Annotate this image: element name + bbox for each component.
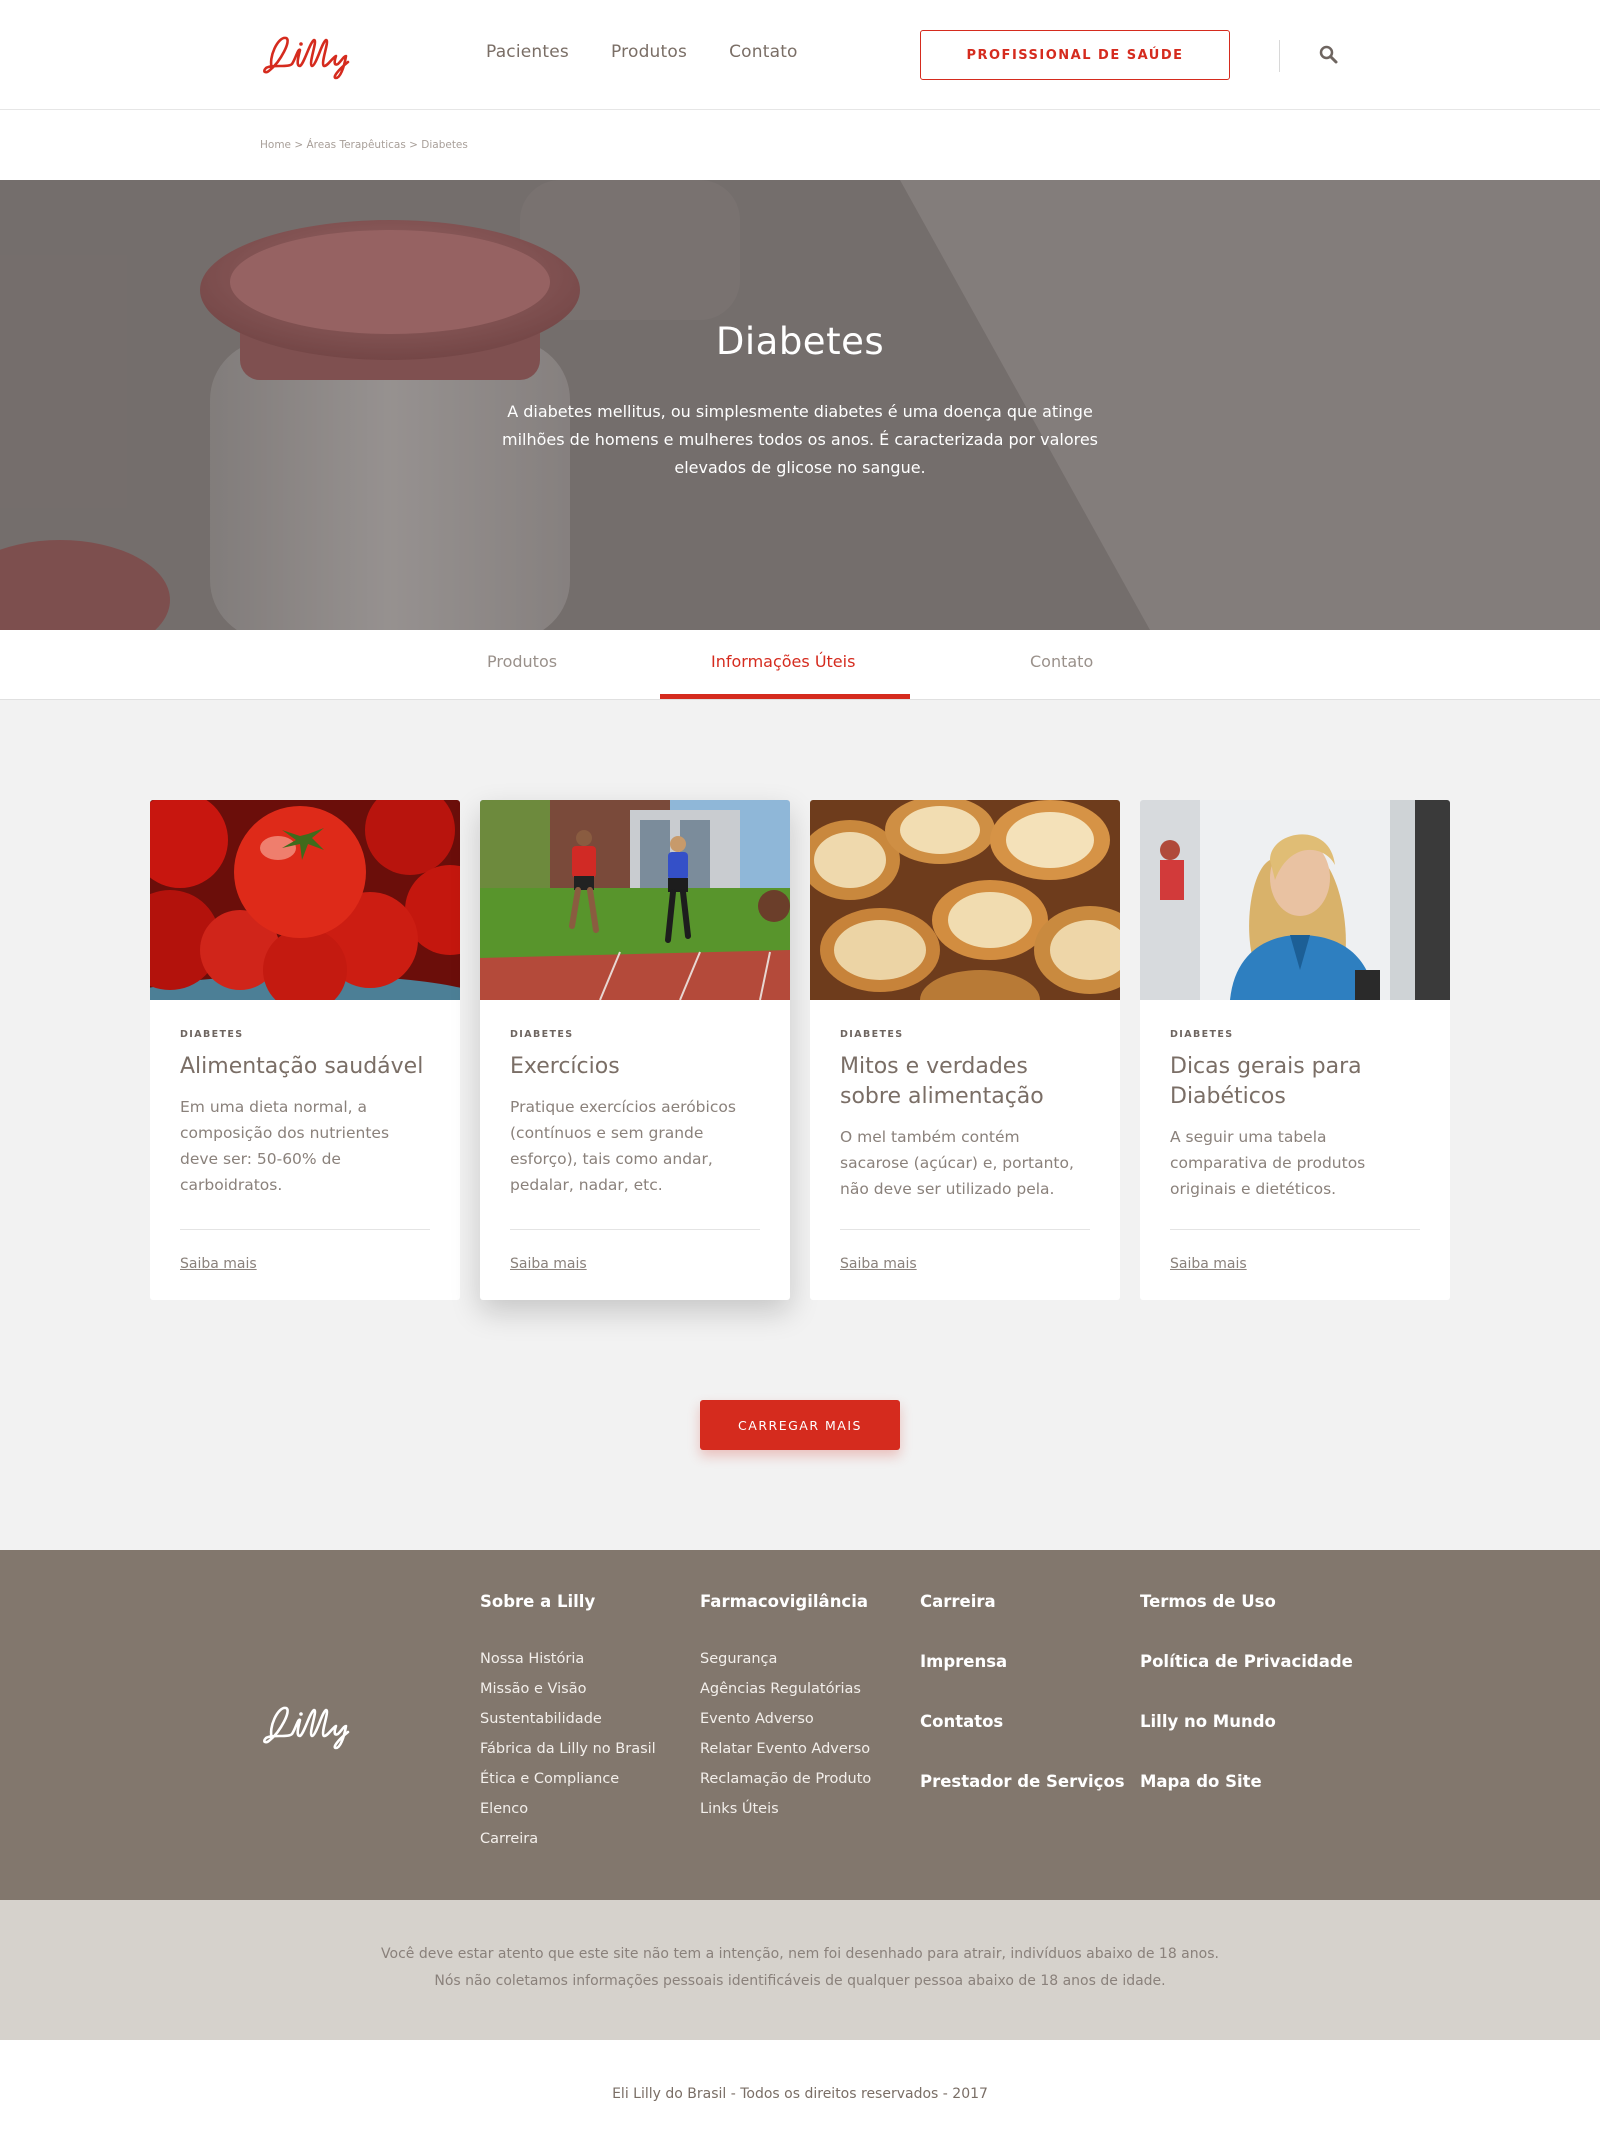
age-notice-line-2: Nós não coletamos informações pessoais i…	[434, 1973, 1166, 1989]
tab-contato[interactable]: Contato	[1030, 652, 1093, 671]
age-notice-line-1: Você deve estar atento que este site não…	[381, 1946, 1219, 1962]
footer-link[interactable]: Missão e Visão	[480, 1674, 656, 1704]
card-divider	[1170, 1229, 1420, 1230]
article-card-alimentacao[interactable]: DIABETES Alimentação saudável Em uma die…	[150, 800, 460, 1300]
profissional-saude-button[interactable]: PROFISSIONAL DE SAÚDE	[920, 30, 1230, 80]
lilly-logo[interactable]	[258, 28, 354, 82]
main-nav: Pacientes Produtos Contato	[486, 42, 840, 62]
tomatoes-image	[150, 800, 460, 1000]
saiba-mais-link[interactable]: Saiba mais	[510, 1256, 587, 1272]
card-divider	[510, 1229, 760, 1230]
footer-lilly-logo[interactable]	[258, 1698, 354, 1752]
card-description: A seguir uma tabela comparativa de produ…	[1170, 1128, 1366, 1198]
hero-title: Diabetes	[715, 320, 885, 363]
hero-description: A diabetes mellitus, ou simplesmente dia…	[501, 402, 1099, 477]
saiba-mais-link[interactable]: Saiba mais	[1170, 1256, 1247, 1272]
footer-link-mapa-site[interactable]: Mapa do Site	[1140, 1772, 1353, 1792]
runners-image	[480, 800, 790, 1000]
lilly-logo-icon	[263, 1706, 350, 1750]
footer-link[interactable]: Carreira	[480, 1824, 656, 1854]
card-divider	[840, 1229, 1090, 1230]
cards-section: DIABETES Alimentação saudável Em uma die…	[0, 700, 1600, 1550]
site-footer: Sobre a Lilly Nossa História Missão e Vi…	[0, 1550, 1600, 1900]
nav-produtos[interactable]: Produtos	[611, 42, 687, 62]
search-icon[interactable]	[1318, 44, 1340, 66]
woman-gym-image	[1140, 800, 1450, 1000]
card-title[interactable]: Exercícios	[510, 1052, 760, 1082]
age-notice: Você deve estar atento que este site não…	[0, 1900, 1600, 2040]
footer-link[interactable]: Elenco	[480, 1794, 656, 1824]
footer-link[interactable]: Nossa História	[480, 1644, 656, 1674]
footer-col-links-b: Termos de Uso Política de Privacidade Li…	[1140, 1592, 1353, 1832]
active-tab-indicator	[660, 694, 910, 699]
footer-link[interactable]: Reclamação de Produto	[700, 1764, 871, 1794]
footer-heading-sobre[interactable]: Sobre a Lilly	[480, 1592, 656, 1611]
footer-link[interactable]: Evento Adverso	[700, 1704, 871, 1734]
card-description: Em uma dieta normal, a composição dos nu…	[180, 1098, 390, 1194]
footer-link-imprensa[interactable]: Imprensa	[920, 1652, 1125, 1672]
card-title[interactable]: Mitos e verdades sobre alimentação	[840, 1052, 1090, 1112]
nav-pacientes[interactable]: Pacientes	[486, 42, 569, 62]
bread-image	[810, 800, 1120, 1000]
article-card-mitos-verdades[interactable]: DIABETES Mitos e verdades sobre alimenta…	[810, 800, 1120, 1300]
card-category: DIABETES	[840, 1029, 904, 1040]
saiba-mais-link[interactable]: Saiba mais	[180, 1256, 257, 1272]
saiba-mais-link[interactable]: Saiba mais	[840, 1256, 917, 1272]
footer-link-privacidade[interactable]: Política de Privacidade	[1140, 1652, 1353, 1672]
footer-link-lilly-mundo[interactable]: Lilly no Mundo	[1140, 1712, 1353, 1732]
lilly-logo-icon	[263, 36, 350, 80]
copyright-text: Eli Lilly do Brasil - Todos os direitos …	[612, 2086, 988, 2102]
breadcrumb[interactable]: Home > Áreas Terapêuticas > Diabetes	[260, 139, 468, 151]
hero-banner: Diabetes A diabetes mellitus, ou simples…	[0, 180, 1600, 630]
footer-col-links-a: Carreira Imprensa Contatos Prestador de …	[920, 1592, 1125, 1832]
footer-link[interactable]: Ética e Compliance	[480, 1764, 656, 1794]
footer-link[interactable]: Segurança	[700, 1644, 871, 1674]
card-title[interactable]: Alimentação saudável	[180, 1052, 430, 1082]
card-description: O mel também contém sacarose (açúcar) e,…	[840, 1128, 1074, 1198]
card-divider	[180, 1229, 430, 1230]
nav-contato[interactable]: Contato	[729, 42, 798, 62]
site-header: Pacientes Produtos Contato PROFISSIONAL …	[0, 0, 1600, 110]
footer-col-sobre: Sobre a Lilly Nossa História Missão e Vi…	[480, 1592, 656, 1854]
footer-link-contatos[interactable]: Contatos	[920, 1712, 1125, 1732]
footer-heading-farmaco[interactable]: Farmacovigilância	[700, 1592, 871, 1611]
tab-informacoes-uteis[interactable]: Informações Úteis	[711, 652, 855, 671]
footer-link[interactable]: Links Úteis	[700, 1794, 871, 1824]
article-card-exercicios[interactable]: DIABETES Exercícios Pratique exercícios …	[480, 800, 790, 1300]
load-more-button[interactable]: CARREGAR MAIS	[700, 1400, 900, 1450]
section-tabs: Produtos Informações Úteis Contato	[0, 630, 1600, 700]
card-description: Pratique exercícios aeróbicos (contínuos…	[510, 1098, 736, 1194]
header-divider	[1279, 40, 1280, 72]
footer-link-termos[interactable]: Termos de Uso	[1140, 1592, 1353, 1612]
footer-link-prestador[interactable]: Prestador de Serviços	[920, 1772, 1125, 1792]
copyright-bar: Eli Lilly do Brasil - Todos os direitos …	[0, 2040, 1600, 2150]
card-category: DIABETES	[180, 1029, 244, 1040]
footer-link[interactable]: Relatar Evento Adverso	[700, 1734, 871, 1764]
card-title[interactable]: Dicas gerais para Diabéticos	[1170, 1052, 1420, 1112]
footer-link-carreira[interactable]: Carreira	[920, 1592, 1125, 1612]
footer-link[interactable]: Fábrica da Lilly no Brasil	[480, 1734, 656, 1764]
footer-col-farmaco: Farmacovigilância Segurança Agências Reg…	[700, 1592, 871, 1824]
card-category: DIABETES	[1170, 1029, 1234, 1040]
card-category: DIABETES	[510, 1029, 574, 1040]
footer-link[interactable]: Agências Regulatórias	[700, 1674, 871, 1704]
tab-produtos[interactable]: Produtos	[487, 652, 557, 671]
footer-link[interactable]: Sustentabilidade	[480, 1704, 656, 1734]
article-card-dicas-gerais[interactable]: DIABETES Dicas gerais para Diabéticos A …	[1140, 800, 1450, 1300]
